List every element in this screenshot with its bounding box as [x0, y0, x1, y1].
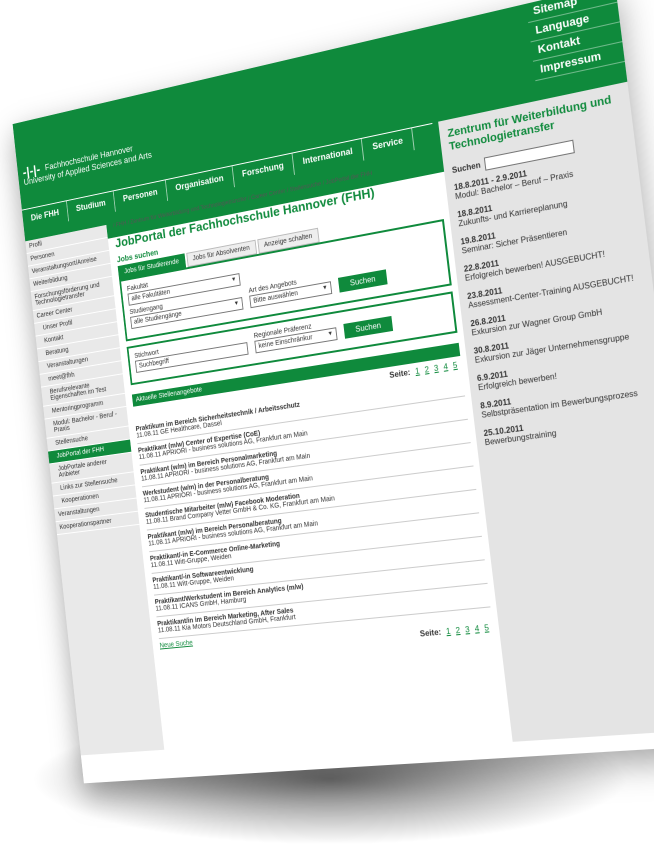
nav-item[interactable]: Personen [113, 180, 169, 212]
keyword-search-button[interactable]: Suchen [343, 315, 394, 339]
search-button[interactable]: Suchen [337, 269, 388, 293]
job-offer-date: 11.08.11 [145, 516, 169, 526]
main-content: / FHH / Zentrum für Weiterbildung und Te… [113, 158, 494, 666]
nav-item[interactable]: Service [361, 128, 415, 161]
chevron-down-icon: ▼ [233, 300, 240, 308]
nav-item[interactable]: Organisation [165, 166, 235, 201]
job-offer-date: 11.08.11 [148, 538, 172, 548]
page-link[interactable]: 2 [455, 626, 460, 636]
page-link[interactable]: 5 [484, 623, 490, 633]
events-list: 18.8.2011 - 2.9.2011 Modul: Bachelor – Be… [454, 147, 654, 447]
chevron-down-icon: ▼ [321, 284, 329, 292]
page-link[interactable]: 2 [424, 365, 429, 375]
site-search-label: Suchen [451, 160, 482, 176]
pager-label: Seite: [388, 367, 411, 381]
university-logo[interactable]: -|-|- Fachhochschule Hannover University… [22, 140, 152, 188]
web-page: -|-|- Fachhochschule Hannover University… [12, 0, 654, 784]
page-link[interactable]: 1 [446, 627, 451, 637]
page-link[interactable]: 3 [434, 364, 439, 374]
job-offer-date: 11.08.11 [150, 559, 174, 570]
nav-item[interactable]: International [292, 138, 365, 175]
job-offer-date: 11.08.11 [157, 625, 181, 635]
page-link[interactable]: 3 [465, 625, 470, 635]
pager-label: Seite: [419, 627, 442, 639]
nav-item[interactable]: Die FHH [21, 201, 70, 231]
nav-item[interactable]: Forschung [232, 153, 296, 188]
chevron-down-icon: ▼ [230, 276, 237, 284]
page-link[interactable]: 5 [452, 361, 457, 371]
job-offer-date: 11.08.11 [152, 581, 176, 591]
job-offer-date: 11.08.11 [155, 603, 179, 613]
fakultaet-value: alle Fakultäten [131, 288, 171, 303]
nav-item[interactable]: Studium [66, 191, 116, 222]
page-link[interactable]: 1 [415, 366, 420, 376]
right-sidebar: Zentrum für Weiterbildung und Technologi… [438, 81, 654, 742]
page-link[interactable]: 4 [443, 362, 448, 372]
job-offer-date: 11.08.11 [143, 494, 167, 505]
screenshot-stage: -|-|- Fachhochschule Hannover University… [0, 0, 654, 852]
chevron-down-icon: ▼ [327, 330, 334, 338]
page-link[interactable]: 4 [474, 624, 480, 634]
